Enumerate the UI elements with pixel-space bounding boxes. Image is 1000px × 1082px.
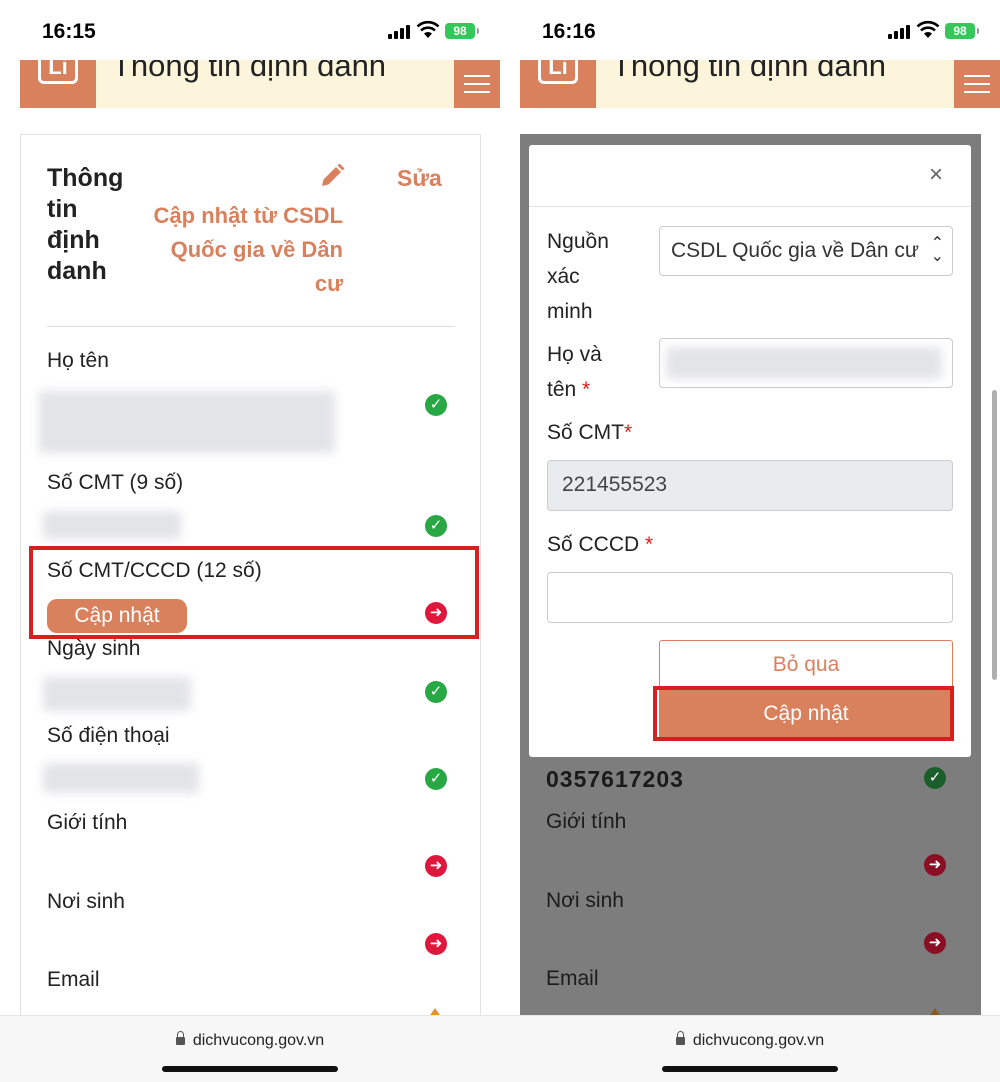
cccd-label: Số CCCD *: [547, 533, 654, 556]
source-select[interactable]: CSDL Quốc gia về Dân cư ⌃ ⌄: [659, 226, 953, 276]
signal-icon: [888, 25, 912, 39]
phone-screen-right: 16:16 98 Li Thông tin định danh 03576172…: [500, 0, 1000, 1082]
check-circle-icon: ✓: [425, 768, 447, 790]
check-circle-icon: ✓: [425, 394, 447, 416]
signal-icon: [388, 25, 412, 39]
status-time: 16:15: [42, 20, 96, 43]
field-label-gender: Giới tính: [47, 811, 128, 834]
header-title: Thông tin định danh: [612, 60, 887, 83]
cccd-input[interactable]: [547, 572, 953, 623]
card-title: Thông tin định danh: [47, 164, 124, 285]
home-indicator: [662, 1066, 838, 1072]
highlight-box: [29, 546, 479, 639]
lock-icon: [675, 1031, 685, 1045]
redacted-value: [43, 511, 181, 539]
status-time: 16:16: [542, 20, 596, 43]
battery-icon: 98: [945, 23, 979, 39]
arrow-circle-icon[interactable]: ➜: [425, 933, 447, 955]
redacted-value: [39, 391, 335, 453]
phone-screen-left: 16:15 98 Li Thông tin định danh Thông ti…: [0, 0, 500, 1082]
highlight-box: [653, 686, 954, 741]
edit-link[interactable]: Sửa: [397, 165, 442, 192]
arrow-circle-icon: ➜: [924, 854, 946, 876]
site-header: Li Thông tin định danh: [520, 60, 1000, 108]
scrollbar[interactable]: [992, 390, 997, 680]
lock-icon: [175, 1031, 185, 1045]
site-logo[interactable]: Li: [520, 60, 596, 108]
phone-number-value: 0357617203: [546, 766, 684, 792]
skip-button[interactable]: Bỏ qua: [659, 640, 953, 690]
browser-url-bar[interactable]: dichvucong.gov.vn: [500, 1015, 1000, 1082]
site-header: Li Thông tin định danh: [20, 60, 500, 108]
field-label-dob: Ngày sinh: [47, 637, 141, 660]
fullname-input[interactable]: [659, 338, 953, 388]
field-label-cmt9: Số CMT (9 số): [47, 471, 184, 494]
arrow-circle-icon[interactable]: ➜: [425, 855, 447, 877]
url-text: dichvucong.gov.vn: [692, 1032, 825, 1049]
arrow-circle-icon: ➜: [924, 932, 946, 954]
check-circle-icon: ✓: [425, 681, 447, 703]
field-label-gender: Giới tính: [546, 810, 627, 833]
field-label-birthplace: Nơi sinh: [47, 890, 125, 913]
close-icon[interactable]: ×: [929, 161, 943, 189]
redacted-value: [666, 347, 942, 379]
site-logo[interactable]: Li: [20, 60, 96, 108]
source-select-value: CSDL Quốc gia về Dân cư: [671, 239, 919, 262]
menu-icon[interactable]: [954, 60, 1000, 108]
home-indicator: [162, 1066, 338, 1072]
check-circle-icon: ✓: [924, 767, 946, 789]
chevron-updown-icon: ⌃ ⌄: [930, 235, 944, 265]
sync-national-db-link[interactable]: Cập nhật từ CSDL Quốc gia về Dân cư: [151, 199, 343, 301]
pencil-icon[interactable]: [319, 163, 345, 189]
redacted-value: [43, 677, 191, 711]
header-title: Thông tin định danh: [112, 60, 387, 83]
check-circle-icon: ✓: [425, 515, 447, 537]
field-label-email: Email: [546, 967, 599, 990]
redacted-value: [43, 763, 199, 793]
field-label-email: Email: [47, 968, 100, 991]
cmt-label: Số CMT*: [547, 421, 633, 444]
wifi-icon: [416, 20, 440, 38]
source-label: Nguồn xác minh: [547, 230, 609, 323]
cmt-input: 221455523: [547, 460, 953, 511]
update-modal: × Nguồn xác minh CSDL Quốc gia về Dân cư…: [529, 145, 971, 757]
field-label-name: Họ tên: [47, 349, 109, 372]
modal-divider: [529, 206, 971, 207]
fullname-label: Họ và tên *: [547, 343, 602, 401]
browser-url-bar[interactable]: dichvucong.gov.vn: [0, 1015, 500, 1082]
battery-icon: 98: [445, 23, 479, 39]
field-label-birthplace: Nơi sinh: [546, 889, 624, 912]
url-text: dichvucong.gov.vn: [192, 1032, 325, 1049]
status-bar: 16:15 98: [0, 0, 500, 60]
wifi-icon: [916, 20, 940, 38]
field-label-phone: Số điện thoại: [47, 724, 170, 747]
divider: [47, 326, 455, 327]
menu-icon[interactable]: [454, 60, 500, 108]
status-bar: 16:16 98: [500, 0, 1000, 60]
